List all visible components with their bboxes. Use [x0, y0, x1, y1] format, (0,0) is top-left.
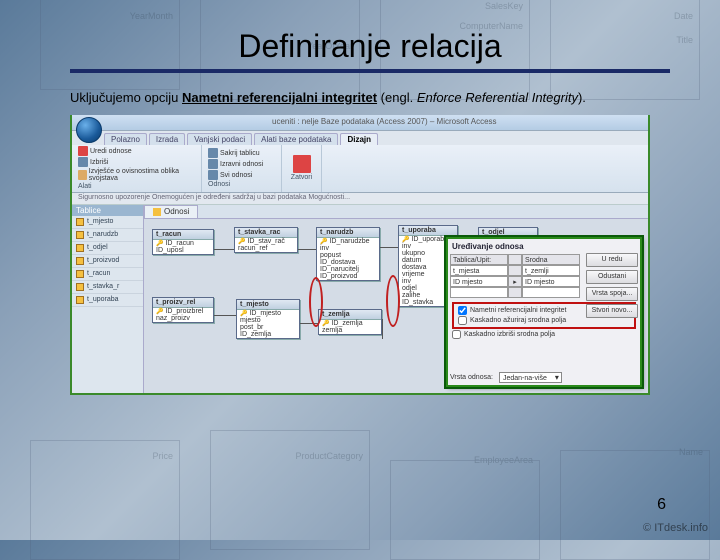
chk-cascade-update[interactable] — [458, 316, 467, 325]
chk-label: Kaskadno izbriši srodna polja — [464, 331, 555, 338]
ribbon-tabs: Polazno Izrada Vanjski podaci Alati baze… — [104, 131, 648, 145]
tab-alati[interactable]: Alati baze podataka — [254, 133, 338, 145]
copyright: © ITdesk.info — [643, 522, 708, 534]
nav-item[interactable]: t_racun — [72, 268, 143, 281]
access-screenshot: uceniti : nelje Baze podataka (Access 20… — [70, 115, 650, 395]
lead-paren-open: (engl. — [377, 90, 417, 105]
nav-header[interactable]: Tablice — [72, 205, 143, 216]
work-area: Odnosi t_racun ID_racun ID_uposl t_stavk… — [144, 205, 648, 393]
arrow-icon: ▸ — [508, 276, 522, 287]
relation-line — [214, 249, 234, 250]
direct-icon — [208, 159, 218, 169]
tab-dizajn[interactable]: Dizajn — [340, 133, 378, 145]
navigation-pane: Tablice t_mjesto t_narudzb t_odjel t_pro… — [72, 205, 144, 393]
title-underline — [70, 69, 670, 73]
nav-item[interactable]: t_mjesto — [72, 216, 143, 229]
lead-prefix: Uključujemo opciju — [70, 90, 182, 105]
col-header-right: Srodna tablica/upit: — [522, 254, 580, 265]
table-icon — [76, 218, 84, 226]
slide-title: Definiranje relacija — [70, 28, 670, 65]
chk-enforce-integrity[interactable] — [458, 306, 467, 315]
table-t-racun[interactable]: t_racun ID_racun ID_uposl — [152, 229, 214, 255]
col-header-left: Tablica/Upit: — [450, 254, 508, 265]
ok-button[interactable]: U redu — [586, 253, 638, 267]
highlight-circle — [309, 277, 323, 327]
btn-svi[interactable]: Svi odnosi — [208, 170, 275, 180]
chk-label: Kaskadno ažuriraj srodna polja — [470, 317, 566, 324]
table-icon — [76, 231, 84, 239]
lead-paren-close: ). — [578, 90, 586, 105]
report-icon — [78, 170, 87, 180]
ribbon-group-odnosi: Odnosi — [208, 181, 275, 188]
table-icon — [76, 270, 84, 278]
ribbon: Uredi odnose Izbriši Izvješće o ovisnost… — [72, 145, 648, 193]
lead-bold: Nametni referencijalni integritet — [182, 90, 377, 105]
security-warning: Sigurnosno upozorenje Onemogućen je odre… — [72, 193, 648, 205]
btn-zatvori: Zatvori — [291, 174, 312, 181]
lead-italic: Enforce Referential Integrity — [417, 90, 578, 105]
table-select-left[interactable]: t_mjesta — [450, 265, 508, 276]
chk-label: Nametni referencijalni integritet — [470, 307, 567, 314]
btn-sakrij[interactable]: Sakrij tablicu — [208, 148, 275, 158]
hide-icon — [208, 148, 218, 158]
btn-izvjesce[interactable]: Izvješće o ovisnostima oblika svojstava — [78, 168, 195, 182]
table-t-narudzb[interactable]: t_narudzb ID_narudzbe inv popust ID_dost… — [316, 227, 380, 281]
btn-izravni[interactable]: Izravni odnosi — [208, 159, 275, 169]
table-icon — [76, 244, 84, 252]
table-t-stavka[interactable]: t_stavka_rac ID_stav_rač racun_ref — [234, 227, 298, 253]
tab-vanjski[interactable]: Vanjski podaci — [187, 133, 252, 145]
field-left[interactable]: ID mjesto — [450, 276, 508, 287]
office-orb-icon[interactable] — [76, 117, 102, 143]
page-number: 6 — [657, 496, 666, 514]
x-icon — [78, 146, 88, 156]
relation-line — [382, 319, 383, 339]
lead-paragraph: Uključujemo opciju Nametni referencijaln… — [70, 89, 670, 107]
document-tabs: Odnosi — [144, 205, 648, 219]
relation-line — [298, 249, 316, 250]
table-select-right[interactable]: t_zemlji — [522, 265, 580, 276]
nav-item[interactable]: t_uporaba — [72, 294, 143, 307]
table-t-proizvod[interactable]: t_proizv_rel ID_proizbrel naz_proizv — [152, 297, 214, 323]
nav-item[interactable]: t_narudzb — [72, 229, 143, 242]
join-type-button[interactable]: Vrsta spoja... — [586, 287, 638, 301]
table-icon — [76, 257, 84, 265]
doc-tab-odnosi[interactable]: Odnosi — [144, 205, 198, 218]
tab-polazno[interactable]: Polazno — [104, 133, 147, 145]
table-icon — [76, 283, 84, 291]
highlight-circle — [386, 275, 400, 327]
relation-type-value: Jedan-na-više — [499, 372, 562, 383]
all-icon — [208, 170, 218, 180]
cancel-button[interactable]: Odustani — [586, 270, 638, 284]
relation-line — [214, 315, 236, 316]
window-title: uceniti : nelje Baze podataka (Access 20… — [272, 117, 497, 126]
table-t-mjesto[interactable]: t_mjesto ID_mjesto mjesto post_br ID_zem… — [236, 299, 300, 339]
create-new-button[interactable]: Stvori novo... — [586, 304, 638, 318]
relationships-canvas[interactable]: t_racun ID_racun ID_uposl t_stavka_rac I… — [144, 219, 648, 393]
chk-cascade-delete[interactable] — [452, 330, 461, 339]
close-icon[interactable] — [293, 155, 311, 173]
relation-line — [380, 247, 398, 248]
ribbon-group-alati: Alati — [78, 183, 195, 190]
dialog-title: Uređivanje odnosa — [450, 241, 638, 252]
edit-relationships-dialog: Uređivanje odnosa Tablica/Upit: Srodna t… — [446, 237, 642, 387]
btn-uredi-odnose[interactable]: Uredi odnose — [78, 146, 195, 156]
field-right[interactable]: ID mjesto — [522, 276, 580, 287]
clear-icon — [78, 157, 88, 167]
nav-item[interactable]: t_stavka_r — [72, 281, 143, 294]
relation-type-label: Vrsta odnosa: — [450, 374, 493, 381]
nav-item[interactable]: t_proizvod — [72, 255, 143, 268]
relations-icon — [153, 208, 161, 216]
btn-izbrisi[interactable]: Izbriši — [78, 157, 195, 167]
table-icon — [76, 296, 84, 304]
table-t-zemlja[interactable]: t_zemlja ID_zemlja zemlja — [318, 309, 382, 335]
nav-item[interactable]: t_odjel — [72, 242, 143, 255]
tab-izrada[interactable]: Izrada — [149, 133, 185, 145]
